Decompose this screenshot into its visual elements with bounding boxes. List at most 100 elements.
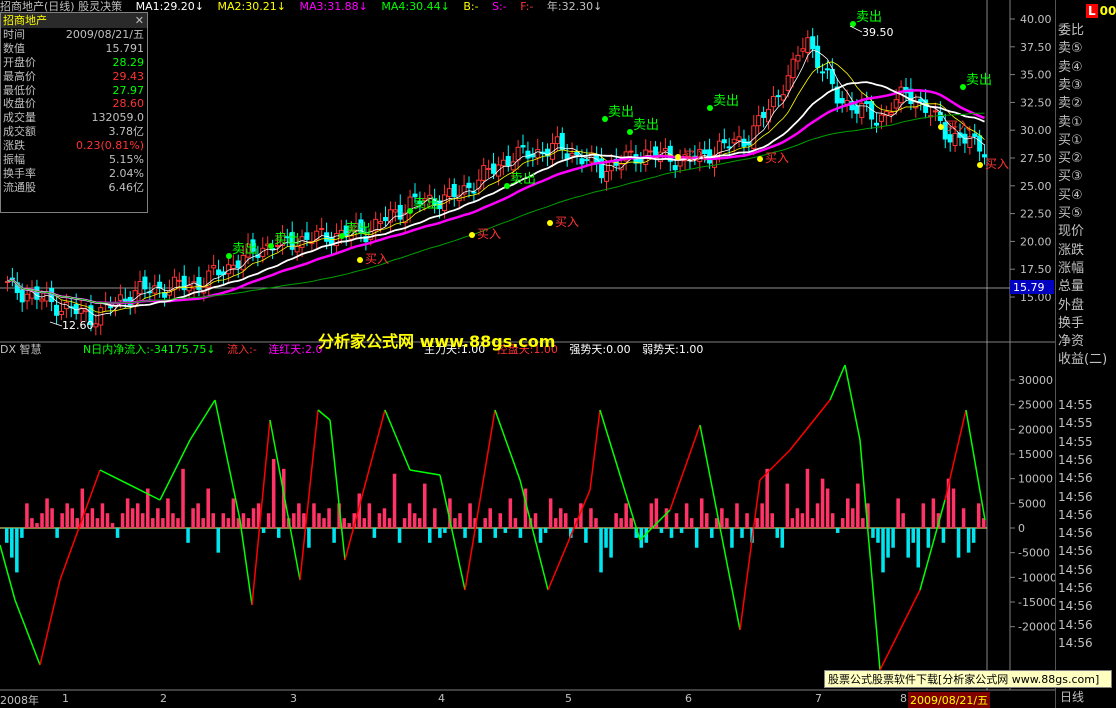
outflow-bar xyxy=(438,528,442,538)
inflow-bar xyxy=(407,503,412,528)
outflow-bar xyxy=(372,528,377,538)
inflow-bar xyxy=(453,518,457,528)
f-value: F:- xyxy=(520,0,534,13)
outflow-bar xyxy=(871,528,875,538)
info-label: 振幅 xyxy=(3,153,25,167)
outflow-bar xyxy=(276,528,281,538)
low-price-pointer xyxy=(49,321,63,327)
time-axis-label: 6 xyxy=(685,692,692,705)
buy-marker xyxy=(547,220,553,226)
inflow-bar xyxy=(851,508,855,528)
candle-down xyxy=(108,306,114,309)
footer-ad-link[interactable]: 股票公式股票软件下载[分析家公式网 www.88gs.com] xyxy=(824,670,1112,688)
trade-time: 14:56 xyxy=(1058,599,1093,614)
candle-up xyxy=(805,37,811,54)
price-tick-label: 17.50 xyxy=(1020,263,1052,276)
info-value: 29.43 xyxy=(112,69,145,83)
inflow-bar xyxy=(614,513,618,528)
info-row: 振幅 5.15% xyxy=(1,153,147,167)
candle-up xyxy=(299,236,305,248)
outflow-bar xyxy=(15,528,19,573)
inflow-bar xyxy=(765,468,769,528)
candle-up xyxy=(677,159,683,167)
inflow-value: 流入:- xyxy=(227,343,257,356)
inflow-bar xyxy=(548,498,553,528)
flow-tick-label: -20000 xyxy=(1018,621,1057,634)
inflow-bar xyxy=(30,518,34,528)
outflow-bar xyxy=(876,528,880,543)
inflow-bar xyxy=(226,518,231,528)
inflow-bar xyxy=(35,523,39,528)
ma4-value: MA4:30.44↓ xyxy=(381,0,450,13)
candle-down xyxy=(721,139,727,144)
inflow-bar xyxy=(176,518,180,528)
candle-up xyxy=(29,290,35,299)
outflow-bar xyxy=(916,528,921,568)
inflow-bar xyxy=(125,498,130,528)
price-tick-label: 25.00 xyxy=(1020,180,1052,193)
outflow-bar xyxy=(20,528,24,538)
inflow-bar xyxy=(725,518,729,528)
candle-up xyxy=(549,143,555,160)
inflow-bar xyxy=(322,518,326,528)
panel-top-label: L 00 xyxy=(1086,4,1116,18)
inflow-bar xyxy=(201,518,205,528)
inflow-bar xyxy=(130,508,135,528)
quote-info-panel[interactable]: 招商地产 ✕ 时间 2009/08/21/五 数值 15.791 开盘价 28.29 最高价… xyxy=(0,12,148,213)
info-row: 成交额 3.78亿 xyxy=(1,125,147,139)
candle-up xyxy=(716,140,722,154)
inflow-bar xyxy=(412,513,417,528)
inflow-bar xyxy=(70,508,75,528)
trade-time: 14:55 xyxy=(1058,398,1093,412)
outflow-bar xyxy=(881,528,885,573)
red-days-value: 连红天:2.0 xyxy=(268,343,323,356)
depth-item: 卖⑤ xyxy=(1058,41,1083,57)
inflow-bar xyxy=(720,508,724,528)
inflow-bar xyxy=(664,508,669,528)
candle-up xyxy=(888,111,894,115)
flow-oscillator-line xyxy=(409,469,441,476)
outflow-bar xyxy=(115,528,120,538)
outflow-bar xyxy=(463,528,467,538)
candle-up xyxy=(230,264,236,270)
outflow-bar xyxy=(604,528,608,548)
inflow-bar xyxy=(820,478,825,528)
flow-tick-label: 25000 xyxy=(1018,399,1053,412)
inflow-bar xyxy=(402,518,407,528)
candle-up xyxy=(98,307,104,326)
flow-oscillator-line xyxy=(39,579,61,666)
flow-oscillator-line xyxy=(239,519,253,606)
price-tick-label: 22.50 xyxy=(1020,208,1052,221)
inflow-bar xyxy=(65,503,69,528)
inflow-bar xyxy=(45,498,49,528)
candle-down xyxy=(726,146,732,149)
ma3-line xyxy=(7,89,985,305)
candle-down xyxy=(142,276,148,290)
quote-info-header[interactable]: 招商地产 ✕ xyxy=(1,13,147,28)
flow-oscillator-line xyxy=(547,489,591,591)
inflow-bar xyxy=(830,513,835,528)
outflow-bar xyxy=(886,528,890,558)
info-label: 涨跌 xyxy=(3,139,25,153)
outflow-bar xyxy=(775,528,780,538)
flow-oscillator-line xyxy=(214,399,241,521)
n-flow-value: N日内净流入:-34175.75↓ xyxy=(83,343,216,356)
outflow-bar xyxy=(543,528,548,533)
info-label: 最高价 xyxy=(3,69,36,83)
close-icon[interactable]: ✕ xyxy=(135,13,144,28)
inflow-bar xyxy=(931,498,936,528)
trade-time: 14:56 xyxy=(1058,581,1093,595)
inflow-bar xyxy=(392,473,397,528)
price-tick-label: 37.50 xyxy=(1020,41,1052,54)
info-row: 涨跌 0.23(0.81%) xyxy=(1,139,147,153)
inflow-bar xyxy=(95,518,100,528)
market-depth-panel: L 00 委比 卖⑤ 卖④ 卖③ 卖② 卖① 买① 买② 买③ 买④ 买⑤ 现价 涨跌 涨幅 总量 外盘 换手 净资… xyxy=(1055,0,1116,708)
candle-down xyxy=(579,158,585,165)
inflow-bar xyxy=(498,513,503,528)
trade-time: 14:56 xyxy=(1058,526,1093,541)
candle-up xyxy=(240,254,246,271)
candle-up xyxy=(446,188,452,197)
sell-label: 卖出 xyxy=(608,105,634,120)
candle-down xyxy=(304,232,310,240)
low-price-label: 12.60 xyxy=(62,319,94,332)
